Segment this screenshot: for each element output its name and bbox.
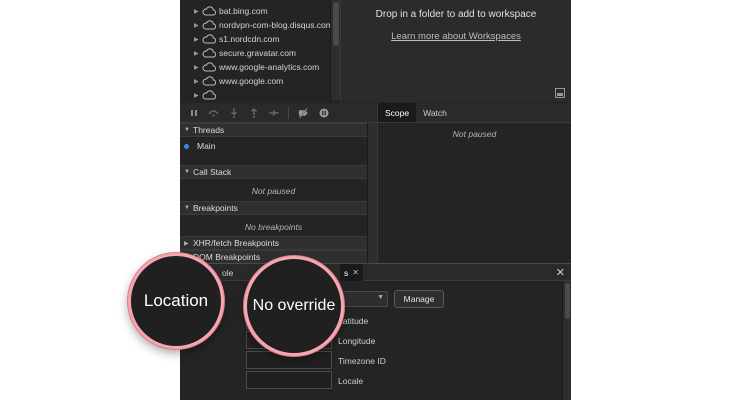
- scope-panel: Not paused: [377, 123, 571, 263]
- section-title: XHR/fetch Breakpoints: [193, 238, 279, 248]
- manage-button[interactable]: Manage: [394, 290, 444, 308]
- expand-arrow-icon[interactable]: ▶: [194, 78, 202, 85]
- workspaces-learn-more-link[interactable]: Learn more about Workspaces: [341, 31, 571, 42]
- collapse-triangle-icon: ▼: [184, 127, 190, 133]
- devtools-window: ▶ bat.bing.com ▶ nordvpn-com-blog.disqus…: [180, 0, 571, 400]
- cloud-icon: [202, 20, 216, 30]
- close-tab-icon[interactable]: ✕: [352, 268, 359, 277]
- tree-item[interactable]: ▶ www.google.com: [194, 74, 283, 88]
- tree-scrollbar[interactable]: [330, 0, 340, 100]
- thread-label: Main: [197, 141, 216, 151]
- cloud-icon: [202, 62, 216, 72]
- step-over-icon[interactable]: [208, 107, 219, 118]
- sources-file-tree: ▶ bat.bing.com ▶ nordvpn-com-blog.disqus…: [180, 0, 340, 102]
- tree-item-partial[interactable]: ▶: [194, 88, 219, 102]
- section-title: Call Stack: [193, 167, 232, 177]
- expand-arrow-icon[interactable]: ▶: [194, 92, 202, 99]
- tree-item-label: secure.gravatar.com: [219, 48, 297, 58]
- tree-item[interactable]: ▶ www.google-analytics.com: [194, 60, 319, 74]
- cloud-icon: [202, 34, 216, 44]
- locale-label: Locale: [338, 376, 364, 386]
- tab-watch[interactable]: Watch: [416, 103, 454, 122]
- tree-item[interactable]: ▶ secure.gravatar.com: [194, 46, 296, 60]
- step-out-icon[interactable]: [248, 107, 259, 118]
- pause-icon[interactable]: [188, 107, 199, 118]
- tree-item[interactable]: ▶ nordvpn-com-blog.disqus.com: [194, 18, 333, 32]
- location-callout: Location: [128, 253, 224, 349]
- threads-section-header[interactable]: ▼ Threads: [180, 123, 367, 137]
- tab-console[interactable]: ole: [222, 264, 233, 281]
- collapse-triangle-icon: ▼: [184, 205, 190, 211]
- tree-item-label: nordvpn-com-blog.disqus.com: [219, 20, 333, 30]
- section-title: Threads: [193, 125, 225, 135]
- tab-label: s: [344, 267, 349, 278]
- cloud-icon: [202, 76, 216, 86]
- expand-arrow-icon[interactable]: ▶: [194, 8, 202, 15]
- tree-item[interactable]: ▶ bat.bing.com: [194, 4, 268, 18]
- tree-item-label: www.google.com: [219, 76, 284, 86]
- workspace-panel: Drop in a folder to add to workspace Lea…: [340, 0, 571, 102]
- toolbar-divider: [288, 106, 289, 119]
- drawer-tab-bar: ole s ✕ ✕: [180, 263, 571, 281]
- xhr-breakpoints-section-header[interactable]: ▶ XHR/fetch Breakpoints: [180, 236, 367, 250]
- collapse-triangle-icon: ▼: [184, 169, 190, 175]
- current-thread-dot-icon: [184, 143, 189, 149]
- longitude-label: Longitude: [338, 336, 376, 346]
- tree-item-label: bat.bing.com: [219, 6, 268, 16]
- thread-main[interactable]: Main: [184, 141, 215, 151]
- chevron-down-icon: ▼: [377, 294, 384, 301]
- cloud-icon: [202, 90, 216, 100]
- sensors-panel: ▼ Manage Latitude Longitude Timezone ID …: [180, 281, 571, 400]
- deactivate-breakpoints-icon[interactable]: [298, 107, 309, 118]
- cloud-icon: [202, 48, 216, 58]
- workspace-title: Drop in a folder to add to workspace: [375, 9, 537, 20]
- step-into-icon[interactable]: [228, 107, 239, 118]
- call-stack-message: Not paused: [251, 186, 296, 196]
- debugger-sidebar: ▼ Threads Main ▼ Call Stack Not paused ▼…: [180, 123, 367, 264]
- breakpoints-message: No breakpoints: [244, 222, 303, 232]
- expand-arrow-icon[interactable]: ▶: [194, 64, 202, 71]
- pause-on-exceptions-icon[interactable]: [318, 107, 329, 118]
- section-title: Breakpoints: [193, 203, 238, 213]
- tree-item[interactable]: ▶ s1.nordcdn.com: [194, 32, 279, 46]
- scrollbar-thumb[interactable]: [333, 2, 339, 46]
- sidebar-scrollbar[interactable]: [367, 123, 377, 263]
- tab-sensors[interactable]: s ✕: [340, 264, 363, 281]
- cloud-icon: [202, 6, 216, 16]
- locale-field[interactable]: [246, 371, 332, 389]
- drawer-scrollbar[interactable]: [562, 281, 571, 400]
- timezone-id-label: Timezone ID: [338, 356, 386, 366]
- tree-item-label: s1.nordcdn.com: [219, 34, 280, 44]
- tab-scope[interactable]: Scope: [378, 103, 417, 122]
- expand-triangle-icon: ▶: [184, 240, 189, 247]
- breakpoints-section-header[interactable]: ▼ Breakpoints: [180, 201, 367, 215]
- debugger-toolbar: [180, 103, 377, 123]
- close-drawer-icon[interactable]: ✕: [556, 266, 565, 279]
- call-stack-section-header[interactable]: ▼ Call Stack: [180, 165, 367, 179]
- expand-arrow-icon[interactable]: ▶: [194, 36, 202, 43]
- toggle-drawer-icon[interactable]: [555, 88, 565, 98]
- no-override-callout: No override: [244, 256, 344, 356]
- scope-message: Not paused: [452, 129, 497, 139]
- scrollbar-thumb[interactable]: [565, 283, 570, 319]
- scope-watch-tabs: Scope Watch: [377, 103, 571, 123]
- step-icon[interactable]: [268, 107, 279, 118]
- expand-arrow-icon[interactable]: ▶: [194, 50, 202, 57]
- tree-item-label: www.google-analytics.com: [219, 62, 320, 72]
- expand-arrow-icon[interactable]: ▶: [194, 22, 202, 29]
